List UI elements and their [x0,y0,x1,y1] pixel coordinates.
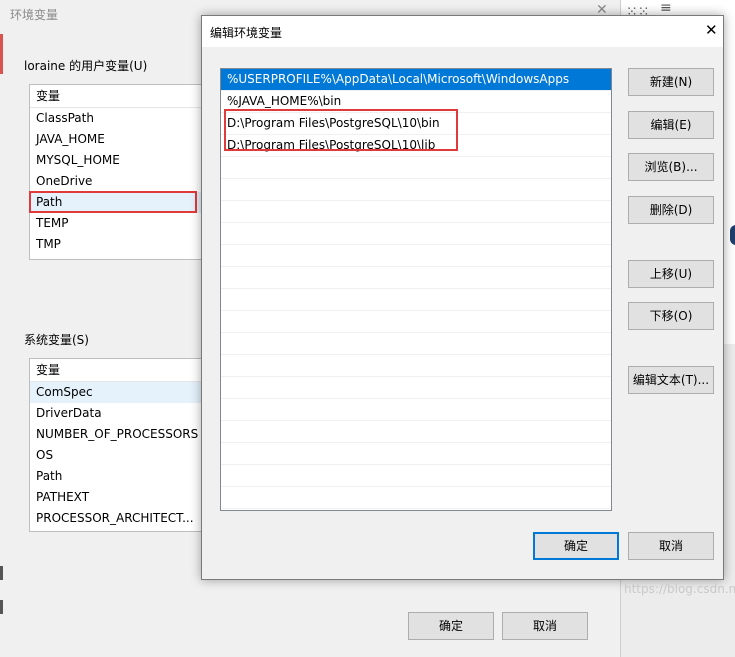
dialog-title: 编辑环境变量 [210,26,283,40]
empty-row[interactable]: . [221,179,611,201]
edge-decoration [0,566,3,580]
system-vars-label: 系统变量(S) [24,333,89,347]
avatar-icon [730,225,735,245]
list-item[interactable]: OS [30,445,202,466]
close-icon[interactable]: ✕ [705,21,718,39]
empty-row[interactable]: . [221,399,611,421]
column-header-variable[interactable]: 变量 [30,359,202,382]
empty-row[interactable]: . [221,377,611,399]
empty-row[interactable]: . [221,443,611,465]
user-vars-label: loraine 的用户变量(U) [24,59,148,73]
empty-row[interactable]: . [221,311,611,333]
ok-button[interactable]: 确定 [533,532,619,560]
empty-row[interactable]: . [221,223,611,245]
cancel-button[interactable]: 取消 [628,532,714,560]
ok-button[interactable]: 确定 [408,612,494,640]
empty-row[interactable]: . [221,421,611,443]
list-item[interactable]: ClassPath [30,108,202,129]
list-item[interactable]: Path [30,466,202,487]
empty-row[interactable]: . [221,487,611,509]
edge-decoration [0,34,3,74]
empty-row[interactable]: . [221,245,611,267]
list-item[interactable]: NUMBER_OF_PROCESSORS [30,424,202,445]
system-vars-list[interactable]: 变量 ComSpec DriverData NUMBER_OF_PROCESSO… [29,358,203,532]
list-item[interactable]: PATHEXT [30,487,202,508]
list-item[interactable]: MYSQL_HOME [30,150,202,171]
empty-row[interactable]: . [221,289,611,311]
delete-button[interactable]: 删除(D) [628,196,714,224]
empty-row[interactable]: . [221,267,611,289]
list-item[interactable]: PROCESSOR_ARCHITECT... [30,508,202,529]
edit-button[interactable]: 编辑(E) [628,111,714,139]
user-vars-list[interactable]: 变量 ClassPath JAVA_HOME MYSQL_HOME OneDri… [29,84,203,260]
empty-row[interactable]: . [221,201,611,223]
edge-decoration [0,600,3,614]
browse-button[interactable]: 浏览(B)... [628,153,714,181]
list-item[interactable]: JAVA_HOME [30,129,202,150]
path-entry[interactable]: %USERPROFILE%\AppData\Local\Microsoft\Wi… [221,69,611,91]
edit-text-button[interactable]: 编辑文本(T)... [628,366,714,394]
menu-icon: ≡ [660,0,672,16]
list-item[interactable]: TMP [30,234,202,255]
empty-row[interactable]: . [221,465,611,487]
list-item[interactable]: DriverData [30,403,202,424]
list-item[interactable]: TEMP [30,213,202,234]
new-button[interactable]: 新建(N) [628,68,714,96]
list-item[interactable]: ComSpec [30,382,202,403]
empty-row[interactable]: . [221,333,611,355]
window-title: 环境变量 [10,8,59,22]
empty-row[interactable]: . [221,509,611,510]
annotation-highlight-box [29,191,197,213]
move-down-button[interactable]: 下移(O) [628,302,714,330]
watermark: https://blog.csdn.net/w [624,582,735,596]
dialog-titlebar: 编辑环境变量 ✕ [202,16,723,47]
empty-row[interactable]: . [221,157,611,179]
column-header-variable[interactable]: 变量 [30,85,202,108]
edit-env-var-dialog: 编辑环境变量 ✕ %USERPROFILE%\AppData\Local\Mic… [201,15,724,580]
list-item[interactable]: OneDrive [30,171,202,192]
annotation-highlight-box [224,109,458,151]
move-up-button[interactable]: 上移(U) [628,260,714,288]
cancel-button[interactable]: 取消 [502,612,588,640]
empty-row[interactable]: . [221,355,611,377]
